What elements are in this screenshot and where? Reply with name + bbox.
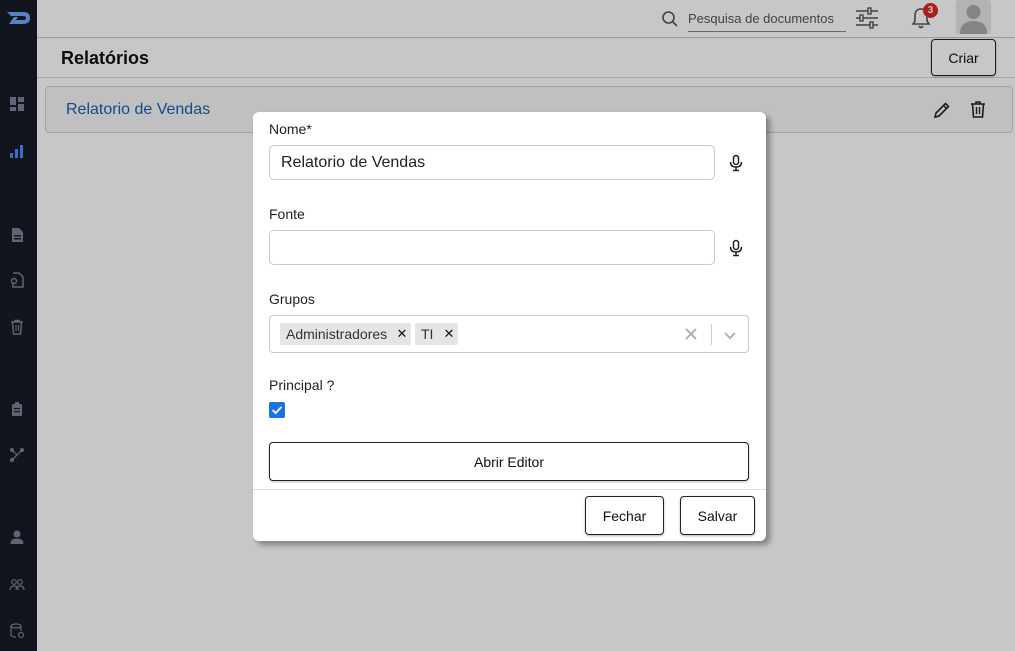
group-chip-ti: TI ✕: [415, 323, 458, 345]
principal-label: Principal ?: [269, 377, 335, 393]
chip-label: Administradores: [286, 326, 388, 342]
report-modal: Nome* Fonte Grupos Administradores ✕ TI …: [253, 112, 766, 541]
group-chip-administradores: Administradores ✕: [280, 323, 411, 345]
microphone-icon[interactable]: [727, 154, 745, 172]
source-label: Fonte: [269, 206, 305, 222]
name-label: Nome*: [269, 121, 312, 137]
checkmark-icon: [272, 406, 283, 415]
select-separator: [711, 324, 712, 345]
microphone-icon[interactable]: [727, 239, 745, 257]
close-button[interactable]: Fechar: [585, 496, 664, 535]
chip-remove-icon[interactable]: ✕: [440, 323, 458, 345]
principal-checkbox[interactable]: [269, 402, 285, 418]
save-button[interactable]: Salvar: [680, 496, 755, 535]
source-input[interactable]: [269, 230, 715, 265]
chevron-down-icon[interactable]: [722, 327, 738, 343]
modal-footer-divider: [253, 489, 766, 490]
open-editor-button[interactable]: Abrir Editor: [269, 442, 749, 481]
clear-icon[interactable]: [684, 327, 698, 341]
name-input[interactable]: [269, 145, 715, 180]
groups-select[interactable]: Administradores ✕ TI ✕: [269, 315, 749, 353]
chip-remove-icon[interactable]: ✕: [393, 323, 411, 345]
chip-label: TI: [421, 326, 434, 342]
groups-label: Grupos: [269, 291, 315, 307]
